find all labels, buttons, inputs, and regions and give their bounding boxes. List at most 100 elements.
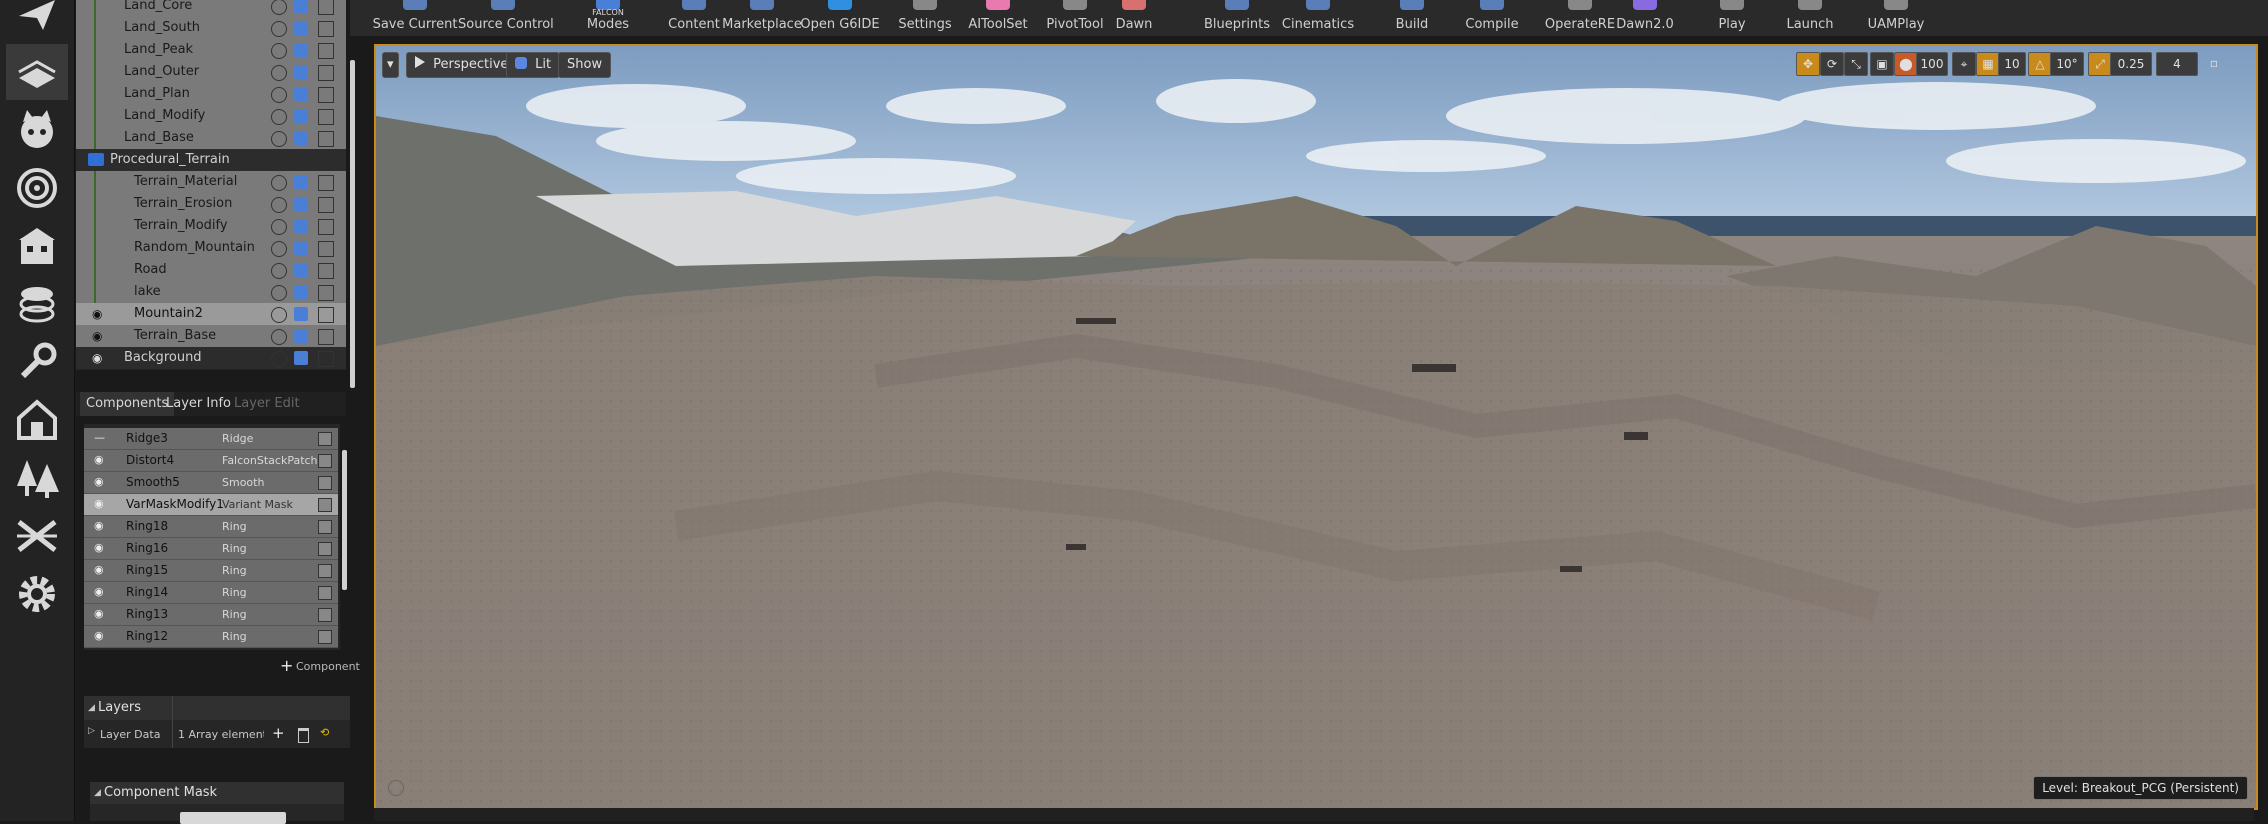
grid-snap-icon[interactable]: ▦ — [1976, 52, 2000, 76]
lock-checkbox-icon[interactable] — [318, 131, 334, 147]
lock-checkbox-icon[interactable] — [318, 109, 334, 125]
layers-header[interactable]: ◢ Layers — [84, 696, 350, 720]
level-viewport[interactable]: ▾ Perspective Lit Show ✥ ⟳ ⤡ ▣ ⬤ 100 ⌖ ▦… — [374, 44, 2258, 810]
hidden-eye-icon[interactable]: — — [94, 431, 110, 445]
save-icon[interactable] — [294, 263, 308, 277]
visibility-eye-icon[interactable]: ◉ — [92, 350, 108, 366]
camera-speed-icon[interactable]: 4 — [2156, 52, 2198, 76]
toolbar-modes-button[interactable]: FALCON Modes — [563, 0, 653, 36]
save-icon[interactable] — [294, 351, 308, 365]
world-local-icon[interactable]: ▣ — [1870, 52, 1894, 76]
outliner-row[interactable]: Land_Plan — [76, 83, 346, 105]
reset-arrow-icon[interactable]: ⟲ — [320, 726, 329, 739]
spiral-icon[interactable] — [6, 160, 68, 216]
lock-checkbox-icon[interactable] — [318, 263, 334, 279]
outliner-row[interactable]: Land_South — [76, 17, 346, 39]
component-row[interactable]: — Ridge3 Ridge — [84, 428, 338, 450]
outliner-row[interactable]: Land_Modify — [76, 105, 346, 127]
pivot-icon[interactable] — [271, 263, 287, 279]
component-checkbox[interactable] — [318, 564, 332, 578]
outliner-row[interactable]: Land_Core — [76, 0, 346, 17]
pivot-icon[interactable] — [271, 307, 287, 323]
save-icon[interactable] — [294, 197, 308, 211]
lock-checkbox-icon[interactable] — [318, 241, 334, 257]
visibility-eye-icon[interactable]: ◉ — [94, 541, 110, 555]
toolbar-compile-button[interactable]: Compile — [1447, 0, 1537, 36]
component-checkbox[interactable] — [318, 608, 332, 622]
toolbar-uamplay-button[interactable]: UAMPlay — [1851, 0, 1941, 36]
lock-checkbox-icon[interactable] — [318, 285, 334, 301]
rotation-snap-value[interactable]: 10 — [1998, 52, 2026, 76]
save-icon[interactable] — [294, 43, 308, 57]
scale-tool-icon[interactable]: ⤡ — [1844, 52, 1868, 76]
toolbar-open-g6ide-button[interactable]: Open G6IDE — [795, 0, 885, 36]
scale-snap-value[interactable]: 0.25 — [2110, 52, 2152, 76]
outliner-row[interactable]: Land_Outer — [76, 61, 346, 83]
pivot-icon[interactable] — [271, 219, 287, 235]
component-checkbox[interactable] — [318, 498, 332, 512]
save-icon[interactable] — [294, 175, 308, 189]
layers-icon[interactable] — [6, 276, 68, 332]
toolbar-play-button[interactable]: Play — [1687, 0, 1777, 36]
save-icon[interactable] — [294, 109, 308, 123]
pivot-icon[interactable] — [271, 109, 287, 125]
lit-button[interactable]: Lit — [506, 52, 561, 78]
translate-tool-icon[interactable]: ✥ — [1796, 52, 1820, 76]
lock-checkbox-icon[interactable] — [318, 351, 334, 367]
outliner-row[interactable]: Land_Base — [76, 127, 346, 149]
outliner-row[interactable]: Road — [76, 259, 346, 281]
toolbar-build-button[interactable]: Build — [1367, 0, 1457, 36]
outliner-row[interactable]: Terrain_Material — [76, 171, 346, 193]
component-checkbox[interactable] — [318, 630, 332, 644]
save-icon[interactable] — [294, 219, 308, 233]
component-list-scrollbar[interactable] — [342, 450, 347, 590]
component-mask-header[interactable]: ◢ Component Mask — [90, 782, 344, 804]
tab-layer-info[interactable]: Layer Info — [160, 392, 237, 416]
lock-checkbox-icon[interactable] — [318, 175, 334, 191]
scale-snap-icon[interactable]: ⤢ — [2088, 52, 2112, 76]
rotate-tool-icon[interactable]: ⟳ — [1820, 52, 1844, 76]
pivot-icon[interactable] — [271, 351, 287, 367]
maximize-viewport-icon[interactable]: ▫ — [2204, 52, 2224, 74]
pivot-icon[interactable] — [271, 241, 287, 257]
wrench-icon[interactable] — [6, 334, 68, 390]
pivot-icon[interactable] — [271, 87, 287, 103]
lock-checkbox-icon[interactable] — [318, 307, 334, 323]
outliner-scrollbar[interactable] — [350, 60, 355, 388]
save-icon[interactable] — [294, 131, 308, 145]
lock-checkbox-icon[interactable] — [318, 0, 334, 15]
lock-checkbox-icon[interactable] — [318, 65, 334, 81]
outliner-row[interactable]: Terrain_Erosion — [76, 193, 346, 215]
visibility-eye-icon[interactable]: ◉ — [94, 497, 110, 511]
expand-arrow-icon[interactable]: ▷ — [88, 726, 95, 736]
tab-layer-edit[interactable]: Layer Edit — [228, 392, 306, 416]
pivot-icon[interactable] — [271, 21, 287, 37]
roads-icon[interactable] — [6, 508, 68, 564]
pivot-icon[interactable] — [271, 65, 287, 81]
visibility-eye-icon[interactable]: ◉ — [94, 453, 110, 467]
rotation-snap-icon[interactable]: △ — [2028, 52, 2052, 76]
component-row[interactable]: ◉ Ring12 Ring — [84, 626, 338, 648]
building-icon[interactable] — [6, 218, 68, 274]
lock-checkbox-icon[interactable] — [318, 43, 334, 59]
outliner-row[interactable]: lake — [76, 281, 346, 303]
lock-checkbox-icon[interactable] — [318, 219, 334, 235]
pivot-icon[interactable] — [271, 285, 287, 301]
trees-icon[interactable] — [6, 450, 68, 506]
outliner-row[interactable]: Terrain_Modify — [76, 215, 346, 237]
toolbar-blueprints-button[interactable]: Blueprints — [1192, 0, 1282, 36]
pivot-icon[interactable] — [271, 43, 287, 59]
outliner-row[interactable]: ◉ Terrain_Base — [76, 325, 346, 347]
component-row[interactable]: ◉ Distort4 FalconStackPatchl — [84, 450, 338, 472]
component-checkbox[interactable] — [318, 454, 332, 468]
save-icon[interactable] — [294, 329, 308, 343]
outliner-row[interactable]: ◉ Background — [76, 347, 346, 369]
surface-align-icon[interactable]: ⌖ — [1952, 52, 1976, 76]
toolbar-save-current-button[interactable]: Save Current — [370, 0, 460, 36]
visibility-eye-icon[interactable]: ◉ — [92, 306, 108, 322]
show-button[interactable]: Show — [558, 52, 612, 78]
component-checkbox[interactable] — [318, 432, 332, 446]
visibility-eye-icon[interactable]: ◉ — [94, 519, 110, 533]
rotation-angle-value[interactable]: 10° — [2050, 52, 2084, 76]
save-icon[interactable] — [294, 0, 308, 13]
